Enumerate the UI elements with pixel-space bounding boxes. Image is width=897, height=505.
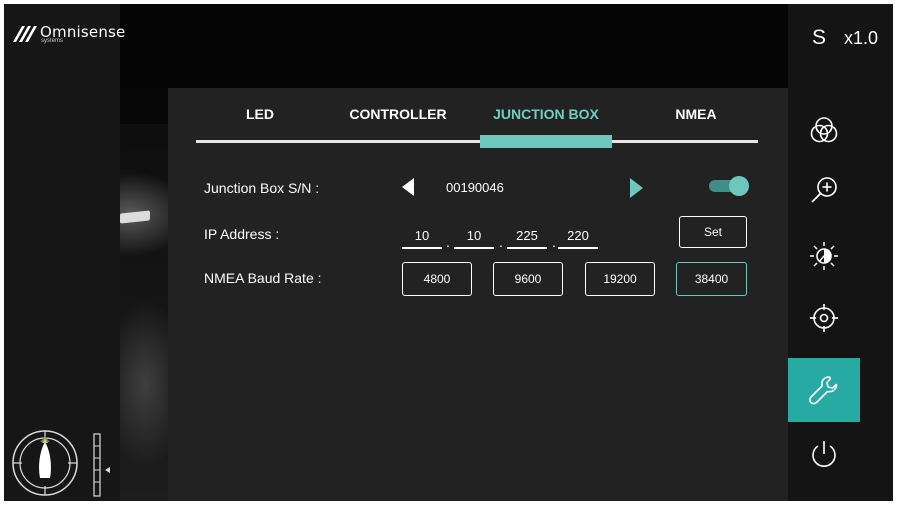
- zoom-in-icon: [811, 177, 837, 203]
- color-palette-icon: [810, 117, 838, 143]
- camera-dark-region: [120, 4, 792, 88]
- brightness-contrast-icon: [810, 242, 838, 270]
- baud-19200-button[interactable]: 19200: [585, 262, 655, 296]
- toggle-knob: [729, 176, 749, 196]
- previous-sn-arrow-icon[interactable]: [402, 178, 414, 196]
- ip-octet-4-input[interactable]: 220: [558, 228, 598, 249]
- ip-separator: .: [499, 234, 503, 250]
- tab-underline: [196, 140, 758, 143]
- right-toolbar: S x1.0: [788, 4, 893, 501]
- brand-subtitle: systems: [41, 38, 64, 44]
- tab-junction-box[interactable]: JUNCTION BOX: [478, 106, 614, 128]
- active-tab-indicator: [480, 135, 612, 148]
- app-root: Omnisense systems S x1.0 LED CONTROLLER …: [0, 0, 897, 505]
- scene-mode-indicator[interactable]: S: [812, 26, 826, 50]
- ip-octet-3-input[interactable]: 225: [507, 228, 547, 249]
- set-ip-button[interactable]: Set: [679, 216, 747, 248]
- settings-dialog: LED CONTROLLER JUNCTION BOX NMEA Junctio…: [168, 88, 788, 501]
- ip-octet-2-input[interactable]: 10: [454, 228, 494, 249]
- junction-sn-label: Junction Box S/N :: [204, 180, 320, 196]
- brand-mark-icon: [13, 26, 37, 42]
- baud-38400-button[interactable]: 38400: [676, 262, 747, 296]
- wrench-settings-icon: [809, 376, 838, 405]
- left-panel: Omnisense systems: [4, 4, 125, 501]
- next-sn-arrow-icon[interactable]: [630, 178, 643, 198]
- zoom-button[interactable]: [788, 160, 860, 220]
- zoom-level[interactable]: x1.0: [844, 28, 878, 49]
- tab-nmea[interactable]: NMEA: [652, 106, 740, 128]
- ip-separator: .: [446, 234, 450, 250]
- heading-compass-icon: [12, 430, 78, 496]
- baud-9600-button[interactable]: 9600: [493, 262, 563, 296]
- nmea-baud-label: NMEA Baud Rate :: [204, 270, 322, 286]
- ip-separator: .: [552, 234, 556, 250]
- palette-button[interactable]: [788, 100, 860, 160]
- junction-enable-toggle[interactable]: [709, 176, 749, 196]
- settings-button[interactable]: [788, 358, 860, 422]
- brand-logo: Omnisense systems: [12, 18, 125, 48]
- tilt-scale-icon: [93, 433, 110, 497]
- ip-address-label: IP Address :: [204, 226, 280, 242]
- device-screen: Omnisense systems S x1.0 LED CONTROLLER …: [4, 4, 893, 501]
- target-button[interactable]: [788, 288, 860, 348]
- tab-led[interactable]: LED: [230, 106, 290, 128]
- tab-controller[interactable]: CONTROLLER: [336, 106, 460, 128]
- power-icon: [812, 441, 836, 467]
- baud-4800-button[interactable]: 4800: [402, 262, 472, 296]
- crosshair-target-icon: [810, 304, 838, 332]
- junction-sn-value: 00190046: [446, 180, 504, 195]
- ip-octet-1-input[interactable]: 10: [402, 228, 442, 249]
- power-button[interactable]: [788, 424, 860, 484]
- brightness-button[interactable]: [788, 226, 860, 286]
